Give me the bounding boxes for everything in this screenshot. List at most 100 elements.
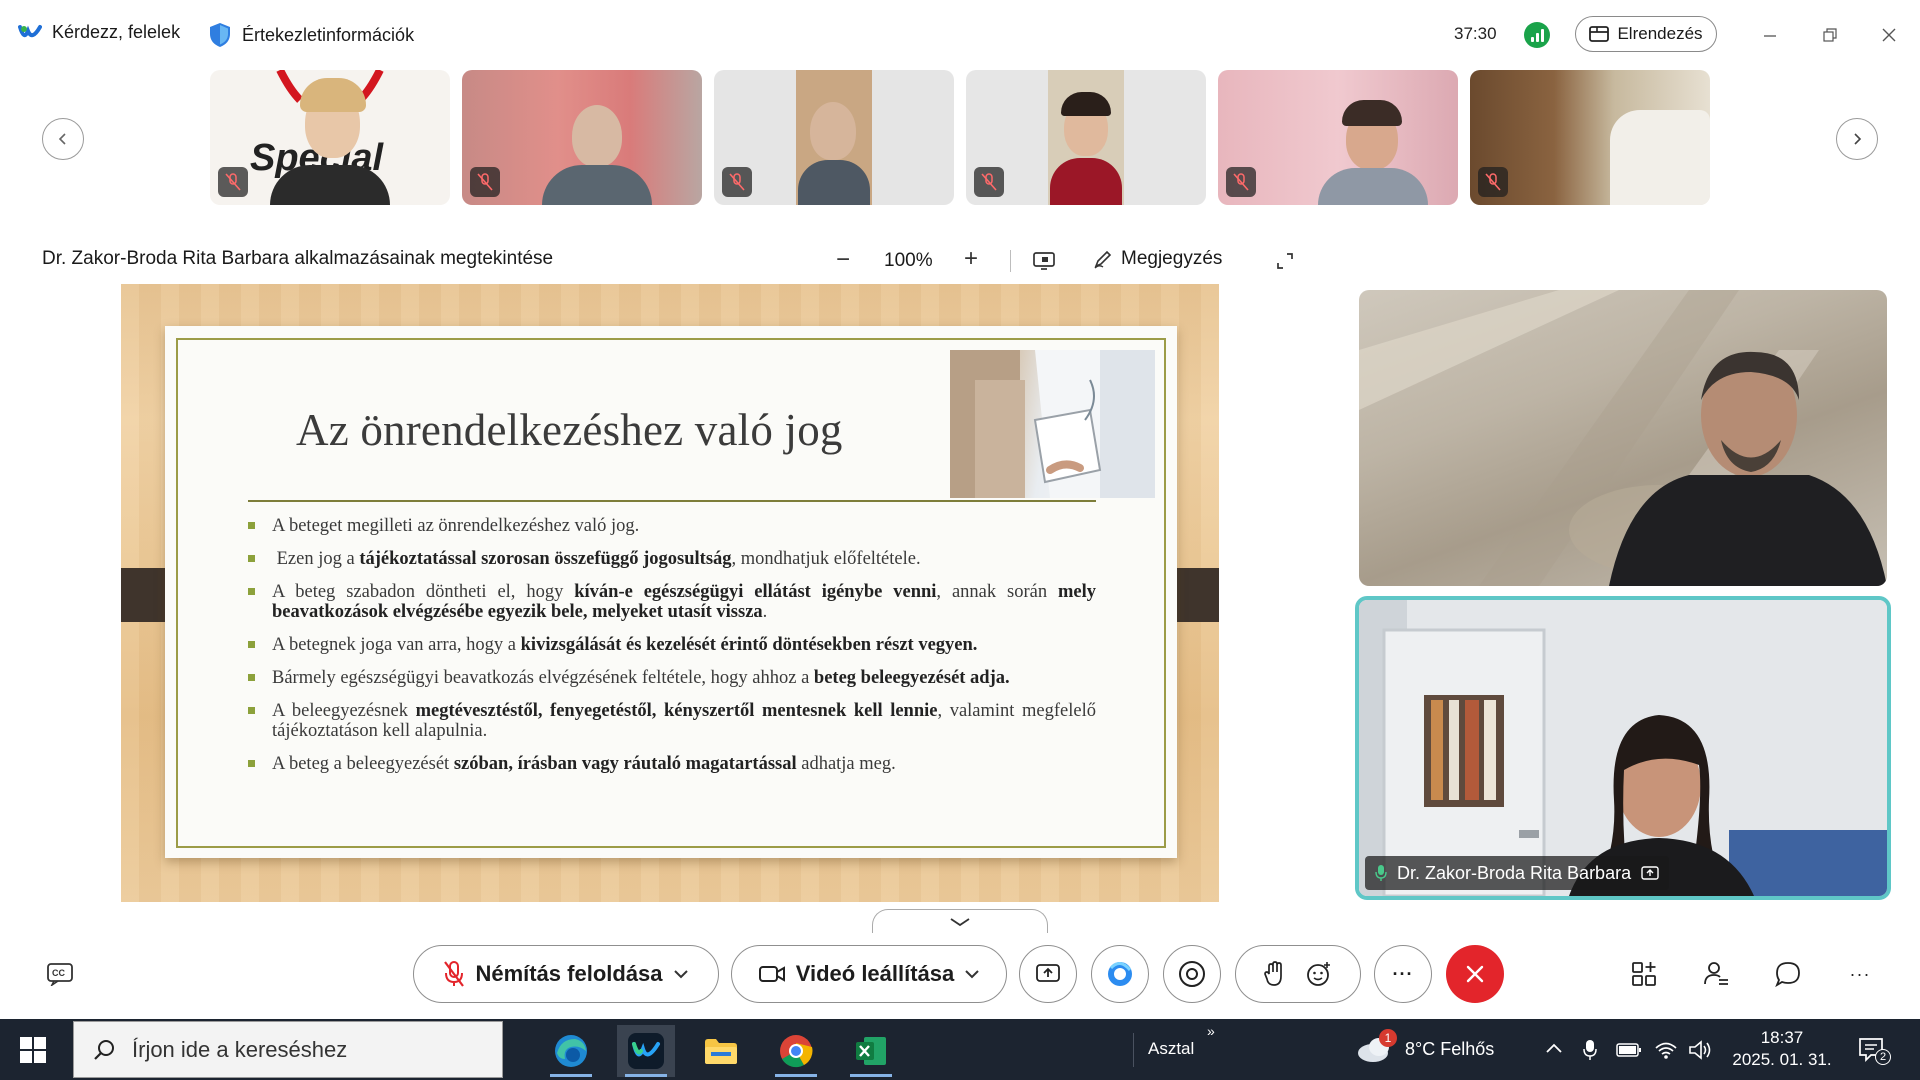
participants-button[interactable] bbox=[1700, 958, 1732, 990]
taskbar-app-explorer[interactable] bbox=[692, 1025, 750, 1077]
zoom-out-button[interactable]: − bbox=[836, 248, 850, 272]
bullet-item: Bármely egészségügyi beavatkozás elvégzé… bbox=[248, 668, 1096, 688]
close-button[interactable] bbox=[1876, 22, 1902, 48]
fullscreen-button[interactable] bbox=[1272, 248, 1298, 274]
taskbar-app-edge[interactable] bbox=[542, 1025, 600, 1077]
reactions-icon[interactable] bbox=[1305, 960, 1333, 988]
slide-photo bbox=[950, 350, 1155, 498]
taskbar-app-webex[interactable] bbox=[617, 1025, 675, 1077]
participant-thumbnail[interactable] bbox=[1470, 70, 1710, 205]
qa-label: Kérdezz, felelek bbox=[52, 22, 181, 42]
layout-button[interactable]: Elrendezés bbox=[1575, 16, 1717, 52]
desktop-toolbar-label[interactable]: Asztal bbox=[1148, 1039, 1194, 1059]
active-speaker-image bbox=[1359, 600, 1887, 896]
bullet-item: A betegnek joga van arra, hogy a kivizsg… bbox=[248, 635, 1096, 655]
toolbar-overflow-icon[interactable]: » bbox=[1207, 1023, 1215, 1039]
participant-thumbnail[interactable]: Special bbox=[210, 70, 450, 205]
meeting-timer: 37:30 bbox=[1454, 24, 1497, 43]
chevron-down-icon[interactable] bbox=[673, 969, 689, 979]
minimize-icon bbox=[1764, 35, 1776, 37]
chat-bubble-icon bbox=[1775, 962, 1800, 988]
bullet-item: A beteg szabadon döntheti el, hogy kíván… bbox=[248, 582, 1096, 622]
slide-title: Az önrendelkezéshez való jog bbox=[296, 405, 843, 455]
taskbar-clock[interactable]: 18:37 2025. 01. 31. bbox=[1722, 1027, 1842, 1071]
muted-mic-icon bbox=[470, 167, 500, 197]
battery-icon[interactable] bbox=[1616, 1042, 1642, 1058]
edge-browser-icon bbox=[555, 1035, 587, 1067]
participant-thumbnail[interactable] bbox=[714, 70, 954, 205]
stop-video-label: Videó leállítása bbox=[795, 961, 955, 986]
annotate-button[interactable]: Megjegyzés bbox=[1093, 248, 1222, 270]
muted-mic-icon bbox=[1478, 167, 1508, 197]
bullet-item: A beteg a beleegyezését szóban, írásban … bbox=[248, 754, 1096, 774]
search-placeholder: Írjon ide a kereséshez bbox=[132, 1036, 348, 1062]
windows-start-button[interactable] bbox=[20, 1037, 46, 1063]
tray-chevron-up-icon[interactable] bbox=[1545, 1041, 1563, 1055]
active-speaker-video[interactable]: Dr. Zakor-Broda Rita Barbara bbox=[1355, 596, 1891, 900]
captions-button[interactable]: CC bbox=[44, 958, 76, 990]
raise-hand-icon[interactable] bbox=[1263, 960, 1287, 988]
zoom-in-button[interactable]: + bbox=[964, 246, 978, 272]
strip-prev-button[interactable] bbox=[42, 118, 84, 160]
layout-label: Elrendezés bbox=[1617, 24, 1703, 43]
meeting-info-menu[interactable]: Értekezletinformációk bbox=[208, 22, 414, 48]
more-icon: ··· bbox=[1392, 963, 1414, 984]
bullet-item: A beleegyezésnek megtévesztéstől, fenyeg… bbox=[248, 701, 1096, 741]
participant-thumbnail[interactable] bbox=[462, 70, 702, 205]
weather-text[interactable]: 8°C Felhős bbox=[1405, 1039, 1494, 1060]
webex-logo-icon bbox=[18, 24, 42, 37]
shield-icon bbox=[210, 23, 230, 47]
unmute-button[interactable]: Némítás feloldása bbox=[413, 945, 719, 1003]
record-button[interactable] bbox=[1163, 945, 1221, 1003]
taskbar-app-excel[interactable] bbox=[842, 1025, 900, 1077]
microphone-icon[interactable] bbox=[1583, 1039, 1597, 1061]
qa-menu[interactable]: Kérdezz, felelek bbox=[18, 22, 180, 43]
chevron-right-icon bbox=[1854, 133, 1862, 145]
excel-icon bbox=[856, 1037, 886, 1065]
meeting-info-label: Értekezletinformációk bbox=[242, 24, 415, 45]
slide-title-rule bbox=[248, 500, 1096, 502]
svg-text:CC: CC bbox=[52, 968, 65, 978]
participants-icon bbox=[1704, 962, 1728, 985]
weather-widget[interactable]: 1 bbox=[1355, 1029, 1397, 1070]
clock-date: 2025. 01. 31. bbox=[1732, 1050, 1832, 1069]
unmute-label: Némítás feloldása bbox=[475, 961, 663, 986]
chrome-browser-icon bbox=[780, 1035, 813, 1068]
volume-icon[interactable] bbox=[1688, 1040, 1714, 1060]
muted-mic-icon bbox=[1226, 167, 1256, 197]
notification-center-button[interactable]: 2 bbox=[1857, 1035, 1891, 1068]
layout-icon bbox=[1589, 26, 1610, 42]
speaker-name: Dr. Zakor-Broda Rita Barbara bbox=[1397, 862, 1632, 883]
screen-popout-icon bbox=[1033, 252, 1055, 270]
stop-video-button[interactable]: Videó leállítása bbox=[731, 945, 1007, 1003]
taskbar-search-box[interactable]: Írjon ide a kereséshez bbox=[73, 1021, 503, 1078]
webex-app-icon bbox=[628, 1033, 664, 1069]
reactions-group bbox=[1235, 945, 1361, 1003]
close-icon bbox=[1882, 28, 1896, 42]
minimize-button[interactable] bbox=[1757, 22, 1783, 48]
annotate-label: Megjegyzés bbox=[1121, 248, 1223, 269]
share-content-button[interactable] bbox=[1019, 945, 1077, 1003]
ellipsis-icon: ··· bbox=[1849, 963, 1871, 984]
restore-button[interactable] bbox=[1817, 22, 1843, 48]
more-options-button[interactable]: ··· bbox=[1374, 945, 1432, 1003]
apps-button[interactable] bbox=[1628, 958, 1660, 990]
notification-count-badge: 2 bbox=[1875, 1049, 1891, 1065]
chevron-down-icon[interactable] bbox=[964, 969, 980, 979]
collapse-controls-tab[interactable] bbox=[872, 909, 1048, 933]
pop-out-share-button[interactable] bbox=[1031, 248, 1057, 274]
participant-thumbnail[interactable] bbox=[966, 70, 1206, 205]
participant-thumbnail[interactable] bbox=[1218, 70, 1458, 205]
chevron-left-icon bbox=[58, 133, 66, 145]
network-health-icon[interactable] bbox=[1524, 22, 1550, 48]
leave-meeting-button[interactable] bbox=[1446, 945, 1504, 1003]
chat-button[interactable] bbox=[1772, 958, 1804, 990]
ai-assistant-button[interactable] bbox=[1091, 945, 1149, 1003]
participant-video-large[interactable] bbox=[1359, 290, 1887, 586]
wifi-icon[interactable] bbox=[1654, 1040, 1678, 1060]
taskbar-app-chrome[interactable] bbox=[767, 1025, 825, 1077]
zoom-level: 100% bbox=[884, 250, 933, 271]
record-icon bbox=[1179, 961, 1205, 987]
overflow-menu-button[interactable]: ··· bbox=[1844, 958, 1876, 990]
strip-next-button[interactable] bbox=[1836, 118, 1878, 160]
